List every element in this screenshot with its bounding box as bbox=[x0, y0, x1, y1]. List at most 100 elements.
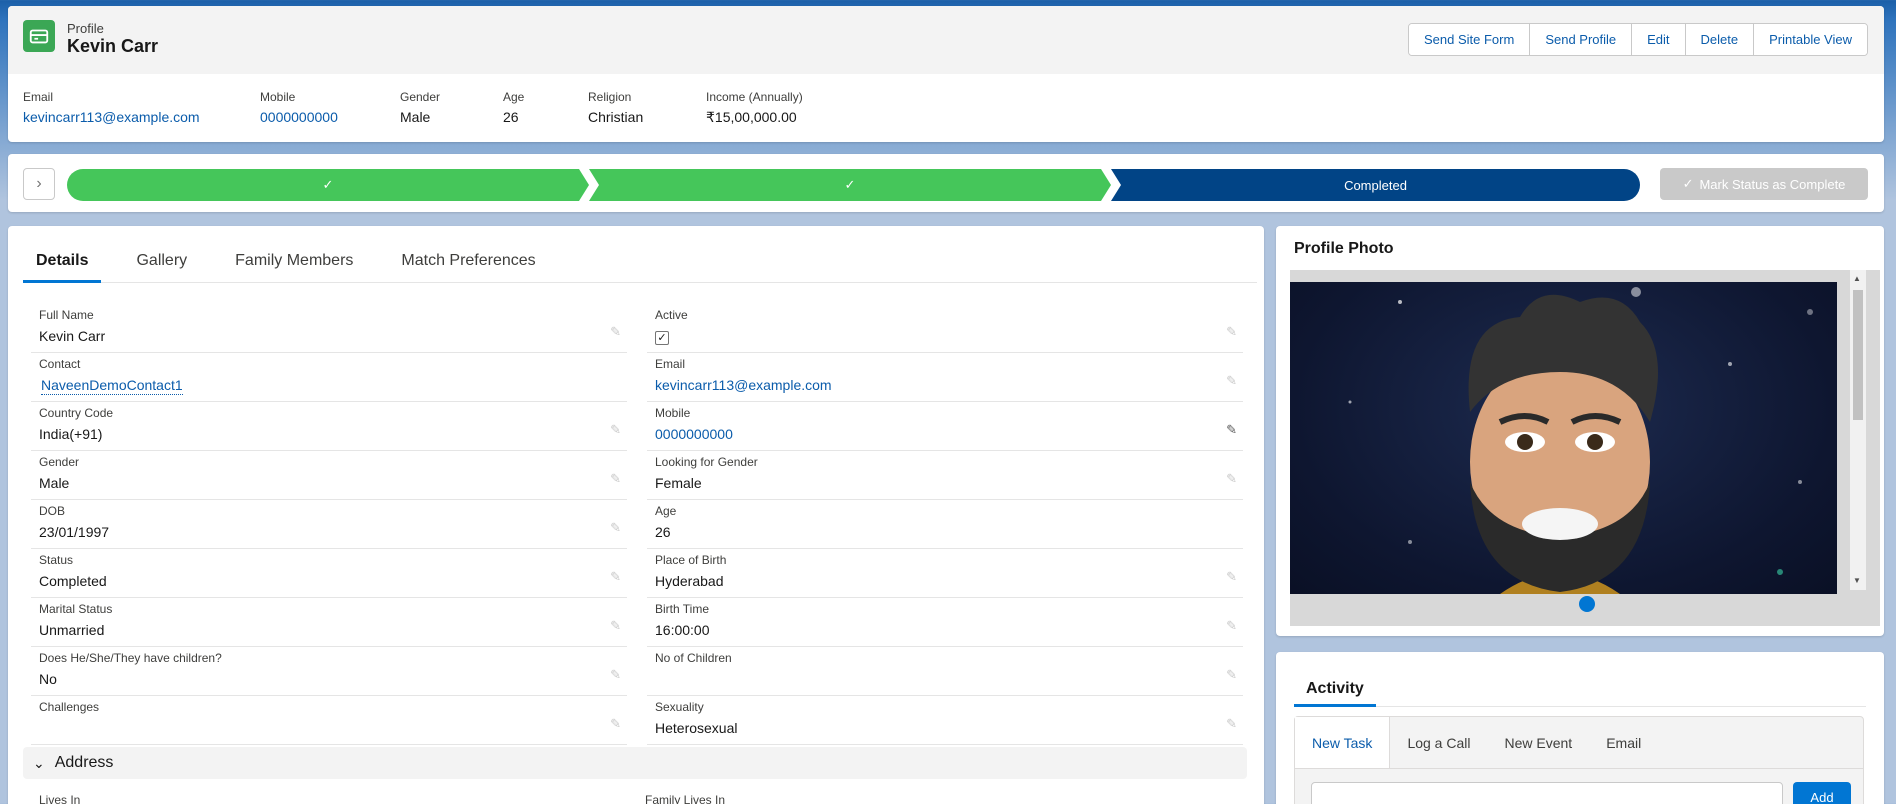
field-dob: DOB 23/01/1997 ✎ bbox=[31, 500, 627, 549]
path-stages: ✓ ✓ Completed bbox=[67, 169, 1640, 201]
record-tabs: Details Gallery Family Members Match Pre… bbox=[23, 246, 1257, 283]
add-task-button[interactable]: Add bbox=[1793, 782, 1851, 804]
address-section-header[interactable]: ⌄ Address bbox=[23, 747, 1247, 779]
edit-pencil-icon[interactable]: ✎ bbox=[610, 569, 621, 585]
field-label: Email bbox=[655, 357, 686, 371]
field-label: Mobile bbox=[655, 406, 691, 420]
profile-photo-title: Profile Photo bbox=[1294, 240, 1394, 257]
tab-new-event[interactable]: New Event bbox=[1487, 717, 1589, 768]
field-value: 26 bbox=[655, 524, 671, 540]
edit-pencil-icon[interactable]: ✎ bbox=[1226, 618, 1237, 634]
scroll-down-icon[interactable]: ▼ bbox=[1853, 576, 1861, 585]
edit-button[interactable]: Edit bbox=[1631, 24, 1685, 55]
field-value: No bbox=[39, 671, 57, 687]
tab-email[interactable]: Email bbox=[1589, 717, 1658, 768]
profile-photo-image[interactable] bbox=[1290, 282, 1837, 594]
highlights-panel: Email kevincarr113@example.com Mobile 00… bbox=[8, 74, 1884, 126]
send-profile-button[interactable]: Send Profile bbox=[1529, 24, 1632, 55]
edit-pencil-icon[interactable]: ✎ bbox=[1226, 716, 1237, 732]
tab-log-a-call[interactable]: Log a Call bbox=[1390, 717, 1487, 768]
path-stage-2[interactable]: ✓ bbox=[589, 169, 1111, 201]
field-label: Age bbox=[655, 504, 677, 518]
tab-new-task[interactable]: New Task bbox=[1295, 717, 1391, 768]
activity-card: Activity New Task Log a Call New Event E… bbox=[1276, 652, 1884, 804]
edit-pencil-icon[interactable]: ✎ bbox=[610, 520, 621, 536]
path-toggle-button[interactable]: › bbox=[23, 168, 55, 200]
highlight-email-link[interactable]: kevincarr113@example.com bbox=[23, 109, 260, 125]
field-label: Marital Status bbox=[39, 602, 113, 616]
field-label: Status bbox=[39, 553, 74, 567]
edit-pencil-icon[interactable]: ✎ bbox=[1226, 569, 1237, 585]
highlight-label: Income (Annually) bbox=[706, 90, 803, 104]
tab-details[interactable]: Details bbox=[23, 246, 102, 283]
scroll-up-icon[interactable]: ▲ bbox=[1853, 274, 1861, 283]
highlight-mobile: Mobile 0000000000 bbox=[260, 90, 400, 126]
record-name: Kevin Carr bbox=[67, 36, 159, 56]
field-has-children: Does He/She/They have children? No ✎ bbox=[31, 647, 627, 696]
edit-pencil-icon[interactable]: ✎ bbox=[610, 471, 621, 487]
record-header: Profile Kevin Carr Send Site Form Send P… bbox=[8, 6, 1884, 142]
field-label: Place of Birth bbox=[655, 553, 727, 567]
task-subject-input[interactable] bbox=[1311, 782, 1783, 804]
active-checkbox: ✓ bbox=[655, 331, 669, 345]
edit-pencil-icon[interactable]: ✎ bbox=[610, 324, 621, 340]
details-card: Details Gallery Family Members Match Pre… bbox=[8, 226, 1264, 804]
object-type-label: Profile bbox=[67, 21, 104, 36]
carousel-indicator-dot[interactable] bbox=[1579, 596, 1595, 612]
edit-pencil-icon[interactable]: ✎ bbox=[610, 667, 621, 683]
email-link[interactable]: kevincarr113@example.com bbox=[655, 377, 1243, 395]
highlight-income: Income (Annually) ₹15,00,000.00 bbox=[706, 90, 866, 126]
edit-pencil-icon[interactable]: ✎ bbox=[1226, 471, 1237, 487]
contact-link[interactable]: NaveenDemoContact1 bbox=[41, 377, 183, 395]
field-contact: Contact NaveenDemoContact1 bbox=[31, 353, 627, 402]
printable-view-button[interactable]: Printable View bbox=[1753, 24, 1867, 55]
address-section-title: Address bbox=[54, 754, 114, 771]
check-icon: ✓ bbox=[1682, 176, 1694, 191]
field-label: Full Name bbox=[39, 308, 94, 322]
send-site-form-button[interactable]: Send Site Form bbox=[1408, 24, 1530, 55]
field-value: Completed bbox=[39, 573, 107, 589]
edit-pencil-icon[interactable]: ✎ bbox=[610, 618, 621, 634]
field-label: Birth Time bbox=[655, 602, 710, 616]
field-country-code: Country Code India(+91) ✎ bbox=[31, 402, 627, 451]
chevron-right-icon: › bbox=[36, 175, 42, 192]
tab-gallery[interactable]: Gallery bbox=[123, 246, 200, 283]
profile-photo-card: Profile Photo ▲ ▼ bbox=[1276, 226, 1884, 636]
edit-pencil-icon[interactable]: ✎ bbox=[610, 716, 621, 732]
highlight-label: Gender bbox=[400, 90, 441, 104]
mobile-link[interactable]: 0000000000 bbox=[655, 426, 1243, 444]
edit-pencil-icon[interactable]: ✎ bbox=[1226, 667, 1237, 683]
edit-pencil-icon[interactable]: ✎ bbox=[1226, 324, 1237, 340]
field-label: Challenges bbox=[39, 700, 100, 714]
field-email: Email kevincarr113@example.com ✎ bbox=[647, 353, 1243, 402]
field-active: Active ✓ ✎ bbox=[647, 304, 1243, 353]
field-age: Age 26 bbox=[647, 500, 1243, 549]
field-mobile: Mobile 0000000000 ✎ bbox=[647, 402, 1243, 451]
field-value: Male bbox=[39, 475, 70, 491]
mark-status-complete-button[interactable]: ✓ Mark Status as Complete bbox=[1660, 168, 1868, 200]
header-actions: Send Site Form Send Profile Edit Delete … bbox=[1407, 23, 1868, 56]
tab-activity[interactable]: Activity bbox=[1294, 674, 1376, 707]
field-label: Contact bbox=[39, 357, 81, 371]
highlight-age: Age 26 bbox=[503, 90, 588, 126]
field-label: Lives In bbox=[39, 793, 81, 804]
path-stage-completed[interactable]: Completed bbox=[1111, 169, 1640, 201]
highlight-mobile-link[interactable]: 0000000000 bbox=[260, 109, 400, 125]
delete-button[interactable]: Delete bbox=[1684, 24, 1754, 55]
edit-pencil-icon[interactable]: ✎ bbox=[1226, 373, 1237, 389]
field-marital-status: Marital Status Unmarried ✎ bbox=[31, 598, 627, 647]
edit-pencil-icon[interactable]: ✎ bbox=[1226, 422, 1237, 438]
path-stage-1[interactable]: ✓ bbox=[67, 169, 589, 201]
tab-match-preferences[interactable]: Match Preferences bbox=[388, 246, 548, 283]
field-label: Looking for Gender bbox=[655, 455, 758, 469]
photo-carousel: ▲ ▼ bbox=[1290, 270, 1880, 626]
field-place-of-birth: Place of Birth Hyderabad ✎ bbox=[647, 549, 1243, 598]
photo-scrollbar[interactable]: ▲ ▼ bbox=[1850, 270, 1866, 590]
tab-family-members[interactable]: Family Members bbox=[222, 246, 366, 283]
field-label: Active bbox=[655, 308, 688, 322]
field-label: Country Code bbox=[39, 406, 114, 420]
edit-pencil-icon[interactable]: ✎ bbox=[610, 422, 621, 438]
scrollbar-thumb[interactable] bbox=[1853, 290, 1863, 420]
field-label: No of Children bbox=[655, 651, 732, 665]
highlight-gender: Gender Male bbox=[400, 90, 503, 126]
